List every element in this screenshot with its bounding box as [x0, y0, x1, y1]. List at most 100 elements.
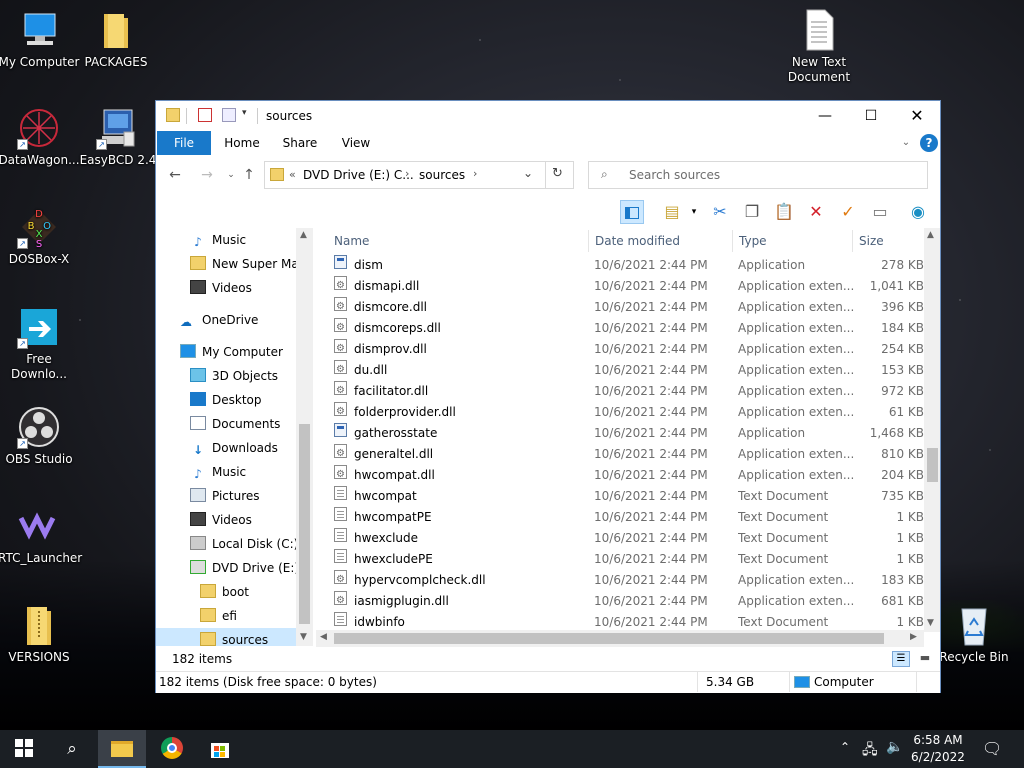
nav-item-videos[interactable]: Videos — [190, 276, 252, 300]
file-row[interactable]: gatherosstate 10/6/2021 2:44 PM Applicatio… — [316, 423, 926, 444]
scroll-down-icon[interactable]: ▼ — [927, 618, 934, 628]
nav-item-boot[interactable]: boot — [200, 580, 249, 604]
desktop-icon-datawagon[interactable]: ↗ DataWagon... — [0, 106, 80, 168]
file-row[interactable]: hypervcomplcheck.dll 10/6/2021 2:44 PM App… — [316, 570, 926, 591]
horizontal-scrollbar[interactable]: ◀ ▶ — [316, 630, 924, 647]
copy-icon[interactable]: ❐ — [740, 200, 764, 224]
expand-ribbon-icon[interactable]: ⌄ — [898, 131, 914, 155]
preview-pane-icon[interactable] — [620, 200, 644, 224]
maximize-button[interactable]: ☐ — [848, 101, 894, 131]
scroll-thumb[interactable] — [927, 448, 938, 482]
scroll-up-icon[interactable]: ▲ — [300, 230, 307, 240]
desktop-icon-packages[interactable]: PACKAGES — [75, 8, 157, 70]
scroll-left-icon[interactable]: ◀ — [320, 632, 327, 642]
network-globe-icon[interactable]: ◉ — [906, 200, 930, 224]
scroll-down-icon[interactable]: ▼ — [300, 632, 307, 642]
nav-item-onedrive[interactable]: ☁ OneDrive — [180, 308, 258, 332]
column-divider[interactable] — [852, 230, 853, 252]
chevron-down-icon[interactable]: ▾ — [242, 108, 247, 124]
desktop-icon-obs-studio[interactable]: ↗ OBS Studio — [0, 405, 80, 467]
file-row[interactable]: dismapi.dll 10/6/2021 2:44 PM Application … — [316, 276, 926, 297]
nav-item-my-computer[interactable]: My Computer — [180, 340, 283, 364]
tab-share[interactable]: Share — [276, 131, 324, 155]
nav-item-3d-objects[interactable]: 3D Objects — [190, 364, 278, 388]
address-bar[interactable]: « DVD Drive (E:) C... › sources › ⌄ ↻ — [264, 161, 574, 189]
breadcrumb-item[interactable]: DVD Drive (E:) C... — [303, 168, 414, 182]
folder-options-icon[interactable]: ▤ — [660, 200, 684, 224]
file-explorer-taskbar-button[interactable] — [98, 730, 146, 768]
tab-view[interactable]: View — [332, 131, 380, 155]
nav-item-downloads[interactable]: ↓ Downloads — [190, 436, 278, 460]
file-row[interactable]: du.dll 10/6/2021 2:44 PM Application exten… — [316, 360, 926, 381]
scroll-right-icon[interactable]: ▶ — [910, 632, 917, 642]
up-icon[interactable]: ↑ — [238, 165, 260, 185]
nav-item-efi[interactable]: efi — [200, 604, 237, 628]
nav-item-music[interactable]: ♪ Music — [190, 460, 246, 484]
scroll-thumb[interactable] — [334, 633, 884, 644]
desktop-icon-dosbox[interactable]: D B O X S ↗ DOSBox-X — [0, 205, 80, 267]
start-button[interactable] — [0, 730, 48, 768]
column-divider[interactable] — [588, 230, 589, 252]
column-divider[interactable] — [732, 230, 733, 252]
file-row[interactable]: dismprov.dll 10/6/2021 2:44 PM Application… — [316, 339, 926, 360]
breadcrumb-item[interactable]: sources — [419, 168, 465, 182]
nav-item-dvd-drive[interactable]: DVD Drive (E:) CC — [190, 556, 296, 580]
new-folder-icon[interactable] — [222, 108, 236, 122]
desktop-icon-free-download[interactable]: ↗ Free Downlo... — [0, 305, 80, 382]
file-row[interactable]: hwcompat.dll 10/6/2021 2:44 PM Application… — [316, 465, 926, 486]
desktop-icon-rtc-launcher[interactable]: RTC_Launcher — [0, 504, 82, 566]
desktop-icon-my-computer[interactable]: My Computer — [0, 8, 80, 70]
file-row[interactable]: hwcompat 10/6/2021 2:44 PM Text Document 73… — [316, 486, 926, 507]
back-icon[interactable]: ← — [164, 165, 186, 185]
chevron-right-icon[interactable]: › — [405, 167, 409, 180]
file-row[interactable]: dism 10/6/2021 2:44 PM Application 278 KB — [316, 255, 926, 276]
column-header-size[interactable]: Size — [859, 228, 919, 254]
file-row[interactable]: dismcoreps.dll 10/6/2021 2:44 PM Applicati… — [316, 318, 926, 339]
search-input[interactable]: ⌕ Search sources — [588, 161, 928, 189]
nav-item-pictures[interactable]: Pictures — [190, 484, 260, 508]
notifications-icon[interactable]: 🗨 — [982, 739, 1002, 758]
nav-item-local-disk[interactable]: Local Disk (C:) — [190, 532, 298, 556]
nav-item-sources[interactable]: sources — [156, 628, 296, 646]
tab-home[interactable]: Home — [218, 131, 266, 155]
volume-icon[interactable]: 🔈 — [886, 739, 903, 755]
chevron-right-icon[interactable]: › — [473, 167, 477, 180]
tab-file[interactable]: File — [157, 131, 211, 155]
scroll-up-icon[interactable]: ▲ — [927, 230, 934, 240]
chevron-down-icon[interactable]: ▾ — [682, 200, 706, 224]
cut-icon[interactable]: ✂ — [708, 200, 732, 224]
store-taskbar-button[interactable] — [196, 730, 244, 768]
file-row[interactable]: dismcore.dll 10/6/2021 2:44 PM Application… — [316, 297, 926, 318]
breadcrumb-overflow-icon[interactable]: « — [289, 168, 296, 181]
nav-item-videos[interactable]: Videos — [190, 508, 252, 532]
search-icon[interactable]: ⌕ — [48, 730, 96, 768]
delete-icon[interactable]: ✕ — [804, 200, 828, 224]
desktop-icon-new-text-document[interactable]: New Text Document — [778, 8, 860, 85]
paste-icon[interactable]: 📋 — [772, 200, 796, 224]
file-row[interactable]: hwexclude 10/6/2021 2:44 PM Text Document 1… — [316, 528, 926, 549]
properties-icon[interactable] — [198, 108, 212, 122]
address-dropdown-icon[interactable]: ⌄ — [523, 166, 533, 180]
desktop-icon-recycle-bin[interactable]: Recycle Bin — [933, 603, 1015, 665]
nav-item-desktop[interactable]: Desktop — [190, 388, 262, 412]
file-row[interactable]: hwcompatPE 10/6/2021 2:44 PM Text Document… — [316, 507, 926, 528]
rename-icon[interactable]: ✓ — [836, 200, 860, 224]
file-row[interactable]: hwexcludePE 10/6/2021 2:44 PM Text Documen… — [316, 549, 926, 570]
chrome-taskbar-button[interactable] — [148, 730, 196, 768]
help-icon[interactable]: ? — [920, 134, 938, 152]
file-row[interactable]: facilitator.dll 10/6/2021 2:44 PM Applicat… — [316, 381, 926, 402]
minimize-button[interactable]: — — [802, 101, 848, 131]
column-header-date-modified[interactable]: Date modified — [595, 228, 725, 254]
clock[interactable]: 6:58 AM 6/2/2022 — [908, 732, 968, 766]
scroll-thumb[interactable] — [299, 424, 310, 624]
file-list-scrollbar[interactable]: ▲ ▼ — [924, 228, 940, 632]
file-row[interactable]: iasmigplugin.dll 10/6/2021 2:44 PM Applica… — [316, 591, 926, 612]
file-row[interactable]: folderprovider.dll 10/6/2021 2:44 PM Appli… — [316, 402, 926, 423]
large-icons-view-icon[interactable]: ▬ — [916, 651, 934, 667]
forward-icon[interactable]: → — [196, 165, 218, 185]
column-header-type[interactable]: Type — [739, 228, 849, 254]
desktop-icon-versions[interactable]: VERSIONS — [0, 603, 80, 665]
properties-icon[interactable]: ▭ — [868, 200, 892, 224]
file-row[interactable]: generaltel.dll 10/6/2021 2:44 PM Applicati… — [316, 444, 926, 465]
network-icon[interactable]: 🖧 — [862, 739, 878, 763]
